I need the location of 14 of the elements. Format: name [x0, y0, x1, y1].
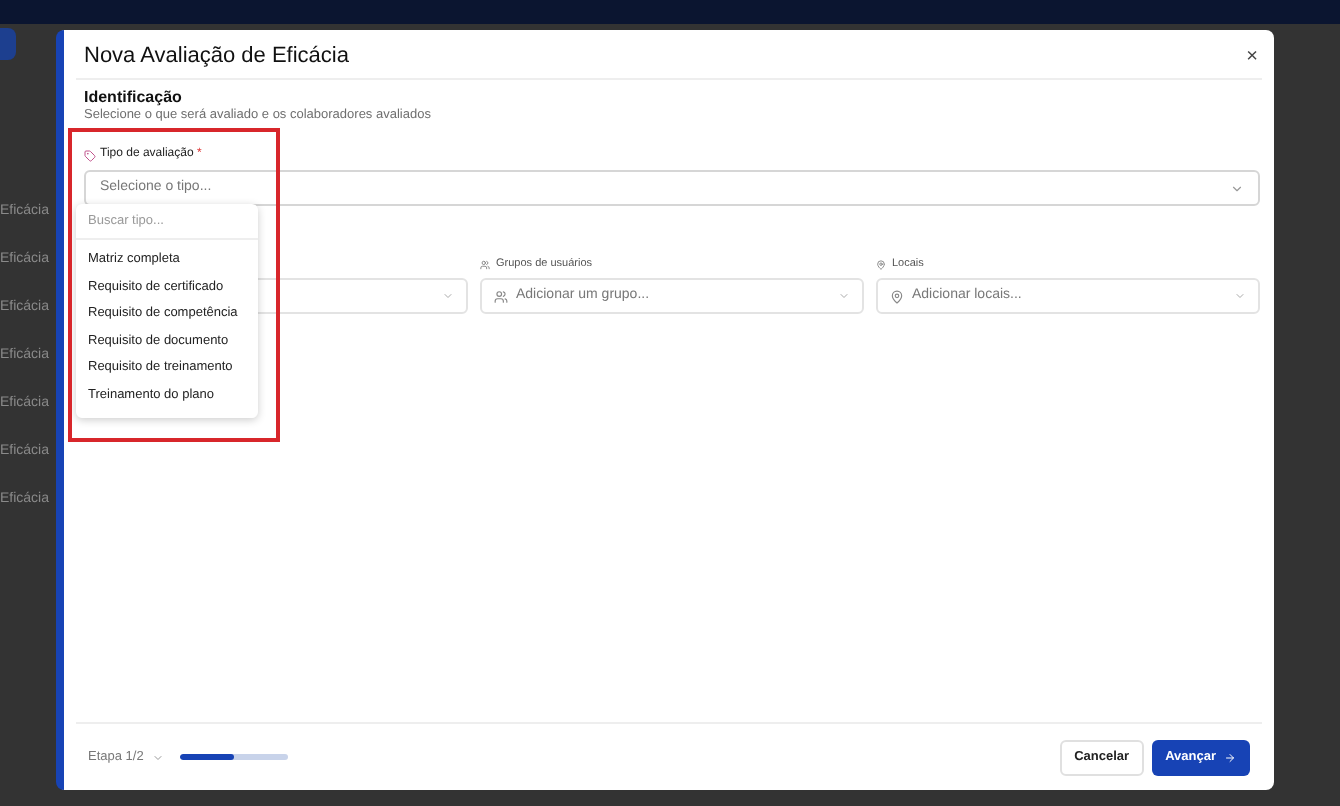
- pin-icon: [876, 260, 886, 270]
- users-icon: [494, 289, 508, 303]
- close-button[interactable]: ×: [1246, 42, 1258, 72]
- chevron-icon: [1234, 290, 1246, 302]
- chevron-icon: [1230, 181, 1244, 195]
- dialog-title: Nova Avaliação de Eficácia: [84, 42, 349, 73]
- chevron-icon: [442, 290, 454, 302]
- users-icon: [480, 260, 490, 270]
- tag-icon: [84, 149, 96, 161]
- arrow-right-icon: [1224, 751, 1236, 763]
- pin-icon: [890, 289, 904, 303]
- chevron-icon: [838, 290, 850, 302]
- chevron-icon: [151, 751, 164, 763]
- section-title: Identificação: [84, 88, 184, 108]
